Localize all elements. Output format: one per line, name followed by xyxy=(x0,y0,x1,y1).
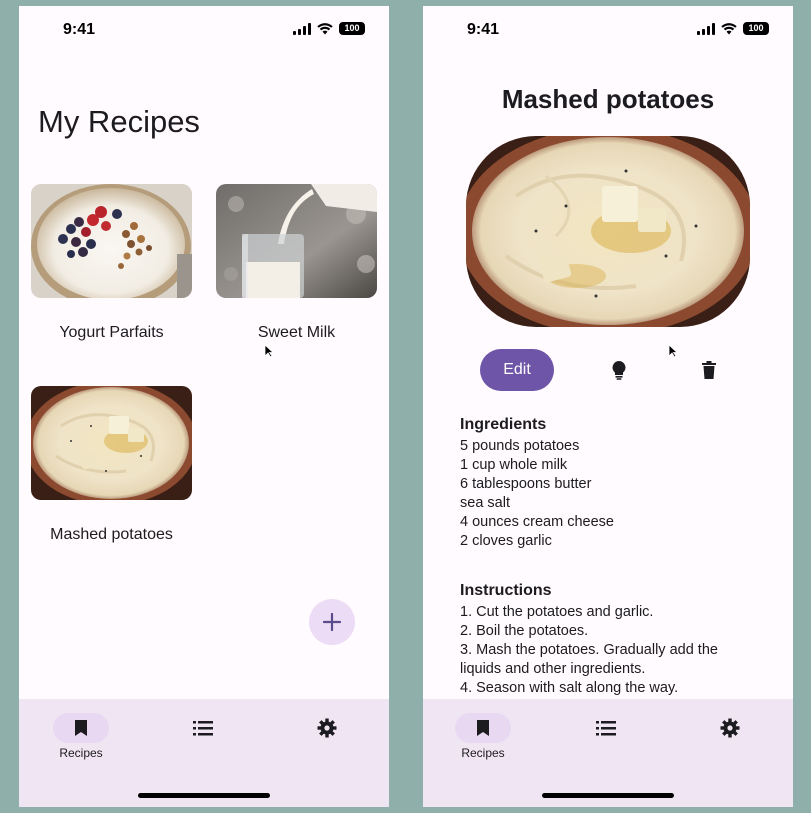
ingredient-item: sea salt xyxy=(460,495,510,511)
instruction-step: 1. Cut the potatoes and garlic. xyxy=(460,604,654,620)
recipe-name: Yogurt Parfaits xyxy=(59,324,164,341)
edit-button[interactable]: Edit xyxy=(480,349,554,391)
bottom-navigation: Recipes xyxy=(19,699,389,807)
cellular-signal-icon xyxy=(293,22,311,35)
battery-icon: 100 xyxy=(743,22,769,35)
instructions-list: 1. Cut the potatoes and garlic. 2. Boil … xyxy=(460,603,750,698)
nav-tab-recipes[interactable]: Recipes xyxy=(443,713,523,760)
list-icon xyxy=(596,721,616,736)
lightbulb-button[interactable] xyxy=(607,358,631,382)
nav-tab-settings[interactable] xyxy=(690,713,770,743)
ingredients-list: 5 pounds potatoes 1 cup whole milk 6 tab… xyxy=(460,437,614,551)
mouse-cursor-icon xyxy=(264,344,274,358)
milk-pouring-photo xyxy=(216,184,377,298)
bottom-navigation: Recipes xyxy=(423,699,793,807)
nav-tab-settings[interactable] xyxy=(287,713,367,743)
ingredient-item: 4 ounces cream cheese xyxy=(460,514,614,530)
ingredient-item: 6 tablespoons butter xyxy=(460,476,592,492)
status-icons: 100 xyxy=(697,22,769,35)
instruction-step: 2. Boil the potatoes. xyxy=(460,623,589,639)
mashed-potatoes-photo xyxy=(31,386,192,500)
lightbulb-icon xyxy=(612,361,626,380)
battery-icon: 100 xyxy=(339,22,365,35)
wifi-icon xyxy=(721,22,737,34)
nav-tab-recipes[interactable]: Recipes xyxy=(41,713,121,760)
wifi-icon xyxy=(317,22,333,34)
plus-icon xyxy=(322,612,342,632)
ingredient-item: 1 cup whole milk xyxy=(460,457,568,473)
status-bar: 9:41 100 xyxy=(423,6,793,54)
status-bar: 9:41 100 xyxy=(19,6,389,54)
recipe-name: Mashed potatoes xyxy=(50,526,173,543)
bookmark-icon xyxy=(477,720,489,736)
home-indicator xyxy=(138,793,270,798)
list-icon xyxy=(193,721,213,736)
recipes-screen: 9:41 100 My Recipes Yogurt Parfaits Swee… xyxy=(19,6,389,807)
yogurt-parfait-photo xyxy=(31,184,192,298)
recipe-detail-screen: 9:41 100 Mashed potatoes Edit Ingredient… xyxy=(423,6,793,807)
gear-icon xyxy=(317,718,337,738)
status-time: 9:41 xyxy=(467,21,500,38)
delete-button[interactable] xyxy=(697,358,721,382)
home-indicator xyxy=(542,793,674,798)
ingredient-item: 5 pounds potatoes xyxy=(460,438,580,454)
recipe-card-sweet-milk[interactable]: Sweet Milk xyxy=(216,184,377,341)
nav-label: Recipes xyxy=(461,746,505,760)
instructions-heading: Instructions xyxy=(460,582,552,599)
nav-tab-list[interactable] xyxy=(566,713,646,743)
cellular-signal-icon xyxy=(697,22,715,35)
recipe-title: Mashed potatoes xyxy=(501,84,715,114)
ingredient-item: 2 cloves garlic xyxy=(460,533,552,549)
nav-label: Recipes xyxy=(59,746,103,760)
mashed-potatoes-photo xyxy=(466,136,750,327)
recipe-card-yogurt-parfaits[interactable]: Yogurt Parfaits xyxy=(31,184,192,341)
page-title: My Recipes xyxy=(38,104,200,139)
gear-icon xyxy=(720,718,740,738)
trash-icon xyxy=(702,361,716,379)
status-time: 9:41 xyxy=(63,21,96,38)
recipe-card-mashed-potatoes[interactable]: Mashed potatoes xyxy=(31,386,192,543)
bookmark-icon xyxy=(75,720,87,736)
mouse-cursor-icon xyxy=(668,344,678,358)
ingredients-heading: Ingredients xyxy=(460,416,547,433)
recipe-name: Sweet Milk xyxy=(257,324,336,341)
instruction-step: 3. Mash the potatoes. Gradually add the … xyxy=(460,642,718,677)
instruction-step: 4. Season with salt along the way. xyxy=(460,680,679,696)
add-recipe-button[interactable] xyxy=(309,599,355,645)
nav-tab-list[interactable] xyxy=(163,713,243,743)
status-icons: 100 xyxy=(293,22,365,35)
